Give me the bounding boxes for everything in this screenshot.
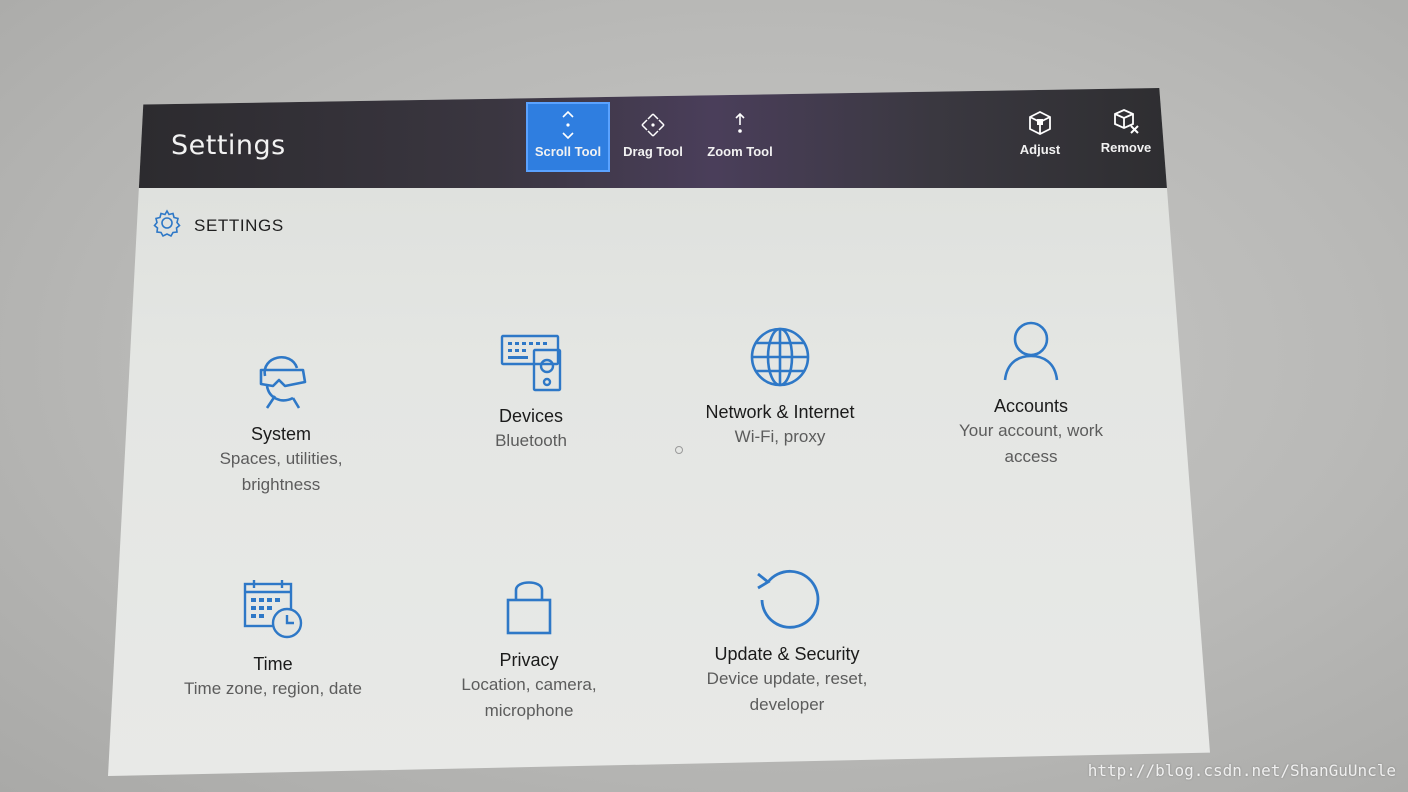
tile-system-name: System <box>250 424 311 444</box>
tile-devices-desc-1: Bluetooth <box>495 431 567 450</box>
tile-system-desc-2: brightness <box>241 475 321 494</box>
zoom-tool-label: Zoom Tool <box>707 144 773 159</box>
section-header: SETTINGS <box>152 208 284 243</box>
tile-accounts-name: Accounts <box>993 396 1069 416</box>
tile-accounts-desc-2: access <box>1004 447 1058 466</box>
drag-tool-button[interactable]: Drag Tool <box>611 102 695 172</box>
tile-time-name: Time <box>253 654 293 674</box>
tile-privacy-desc-2: microphone <box>484 701 574 720</box>
tile-devices[interactable]: Devices Bluetooth <box>426 320 636 453</box>
adjust-button[interactable]: Adjust <box>998 100 1082 170</box>
headset-person-icon <box>251 338 311 410</box>
tile-update-desc-2: developer <box>749 695 825 714</box>
tile-privacy-name: Privacy <box>499 650 559 670</box>
gear-icon <box>152 208 182 243</box>
adjust-label: Adjust <box>1019 142 1061 157</box>
tile-system-desc-1: Spaces, utilities, <box>219 449 343 468</box>
watermark-url: http://blog.csdn.net/ShanGuUncle <box>1087 761 1396 780</box>
calendar-clock-icon <box>242 568 304 640</box>
tile-network-internet[interactable]: Network & Internet Wi-Fi, proxy <box>675 316 885 449</box>
remove-cube-icon <box>1112 104 1140 138</box>
tile-devices-name: Devices <box>498 406 564 426</box>
section-title: SETTINGS <box>194 215 284 235</box>
app-title: Settings <box>171 130 286 161</box>
tile-accounts-desc-1: Your account, work <box>959 421 1103 440</box>
title-bar: Settings Scroll Tool Drag Tool Zoom Tool… <box>108 88 1210 188</box>
tile-network-desc-1: Wi-Fi, proxy <box>734 427 826 446</box>
keyboard-speaker-icon <box>500 320 562 392</box>
tile-update-security[interactable]: Update & Security Device update, reset, … <box>682 558 892 717</box>
tile-system[interactable]: System Spaces, utilities, brightness <box>176 338 386 497</box>
tile-accounts[interactable]: Accounts Your account, work access <box>926 310 1136 469</box>
scroll-tool-button[interactable]: Scroll Tool <box>526 102 610 172</box>
tile-privacy-desc-1: Location, camera, <box>461 675 597 694</box>
adjust-cube-icon <box>1026 106 1054 140</box>
tile-network-name: Network & Internet <box>705 402 855 422</box>
tile-time[interactable]: Time Time zone, region, date <box>168 568 378 701</box>
remove-label: Remove <box>1100 140 1152 155</box>
drag-move-icon <box>640 108 666 142</box>
settings-content: SETTINGS System Spaces, utilities, brigh… <box>108 188 1210 776</box>
tile-time-desc-1: Time zone, region, date <box>184 679 362 698</box>
lock-icon <box>505 564 553 636</box>
scroll-tool-label: Scroll Tool <box>534 144 602 159</box>
person-icon <box>1002 310 1060 382</box>
settings-window: Settings Scroll Tool Drag Tool Zoom Tool… <box>108 88 1210 776</box>
zoom-tool-button[interactable]: Zoom Tool <box>698 102 782 172</box>
scroll-arrows-icon <box>560 108 576 142</box>
refresh-icon <box>754 558 820 630</box>
tile-privacy[interactable]: Privacy Location, camera, microphone <box>424 564 634 723</box>
zoom-arrows-icon <box>733 108 747 142</box>
tile-update-desc-1: Device update, reset, <box>706 669 868 688</box>
remove-button[interactable]: Remove <box>1084 98 1168 168</box>
tile-update-name: Update & Security <box>714 644 860 664</box>
drag-tool-label: Drag Tool <box>623 144 683 159</box>
globe-icon <box>749 316 811 388</box>
